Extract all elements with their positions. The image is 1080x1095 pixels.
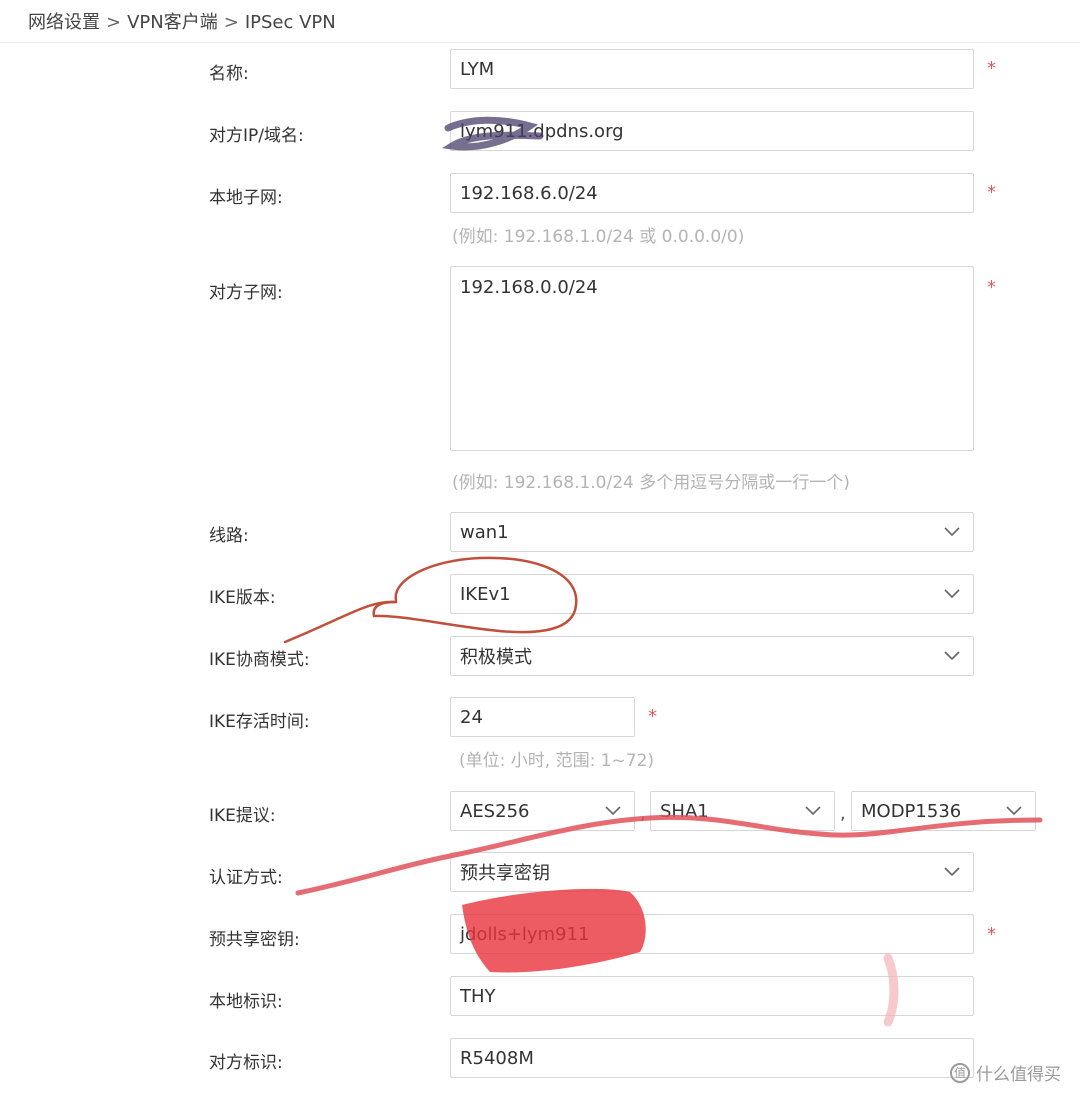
watermark-text: 什么值得买 <box>976 1065 1061 1085</box>
breadcrumb-separator: > <box>106 12 122 33</box>
header-divider <box>0 42 1080 43</box>
ike-mode-label: IKE协商模式: <box>209 650 310 670</box>
local-id-input[interactable]: THY <box>450 976 974 1016</box>
ike-hash-value: SHA1 <box>660 800 709 822</box>
peer-address-label: 对方IP/域名: <box>209 126 304 146</box>
required-mark: * <box>987 58 996 79</box>
psk-value: jdolls+lym911 <box>460 923 590 945</box>
breadcrumb-item-vpn-client[interactable]: VPN客户端 <box>127 12 218 33</box>
line-label: 线路: <box>209 526 249 546</box>
ike-encryption-value: AES256 <box>460 800 530 822</box>
peer-subnet-value: 192.168.0.0/24 <box>460 277 598 298</box>
ike-mode-select[interactable]: 积极模式 <box>450 636 974 676</box>
ike-dh-group-select[interactable]: MODP1536 <box>851 791 1036 831</box>
chevron-down-icon <box>805 806 821 816</box>
chevron-down-icon <box>944 527 960 537</box>
name-value: LYM <box>460 58 495 80</box>
psk-label: 预共享密钥: <box>209 930 300 950</box>
local-id-label: 本地标识: <box>209 992 283 1012</box>
required-mark: * <box>987 277 996 298</box>
proposal-comma: , <box>840 803 846 824</box>
chevron-down-icon <box>1006 806 1022 816</box>
peer-id-label: 对方标识: <box>209 1053 283 1073</box>
name-input[interactable]: LYM <box>450 49 974 89</box>
ike-version-label: IKE版本: <box>209 588 276 608</box>
local-subnet-input[interactable]: 192.168.6.0/24 <box>450 173 974 213</box>
ike-lifetime-label: IKE存活时间: <box>209 712 310 732</box>
ike-version-select[interactable]: IKEv1 <box>450 574 974 614</box>
line-select[interactable]: wan1 <box>450 512 974 552</box>
ike-proposal-label: IKE提议: <box>209 806 276 826</box>
watermark: 值 什么值得买 <box>950 1060 1061 1085</box>
chevron-down-icon <box>944 867 960 877</box>
ike-encryption-select[interactable]: AES256 <box>450 791 635 831</box>
chevron-down-icon <box>944 589 960 599</box>
local-subnet-value: 192.168.6.0/24 <box>460 182 598 204</box>
name-label: 名称: <box>209 64 249 84</box>
chevron-down-icon <box>605 806 621 816</box>
breadcrumb-separator: > <box>223 12 239 33</box>
peer-id-value: R5408M <box>460 1047 534 1069</box>
required-mark: * <box>987 924 996 945</box>
ike-lifetime-value: 24 <box>460 706 483 728</box>
auth-method-value: 预共享密钥 <box>460 863 550 884</box>
auth-method-label: 认证方式: <box>209 868 283 888</box>
local-id-value: THY <box>460 985 496 1007</box>
line-value: wan1 <box>460 521 509 543</box>
required-mark: * <box>648 706 657 727</box>
auth-method-select[interactable]: 预共享密钥 <box>450 852 974 892</box>
ike-hash-select[interactable]: SHA1 <box>650 791 835 831</box>
ike-lifetime-input[interactable]: 24 <box>450 697 635 737</box>
ike-dh-group-value: MODP1536 <box>861 800 962 822</box>
peer-id-input[interactable]: R5408M <box>450 1038 974 1078</box>
peer-subnet-textarea[interactable]: 192.168.0.0/24 <box>450 266 974 451</box>
required-mark: * <box>987 182 996 203</box>
breadcrumb-item-network-settings[interactable]: 网络设置 <box>28 12 100 33</box>
local-subnet-hint: (例如: 192.168.1.0/24 或 0.0.0.0/0) <box>452 227 745 247</box>
breadcrumb: 网络设置 > VPN客户端 > IPSec VPN <box>28 8 336 34</box>
proposal-comma: , <box>640 803 646 824</box>
ike-mode-value: 积极模式 <box>460 647 532 668</box>
psk-input[interactable]: jdolls+lym911 <box>450 914 974 954</box>
peer-address-value: lym911.dpdns.org <box>460 120 624 142</box>
peer-subnet-hint: (例如: 192.168.1.0/24 多个用逗号分隔或一行一个) <box>452 473 850 493</box>
local-subnet-label: 本地子网: <box>209 188 283 208</box>
peer-address-input[interactable]: lym911.dpdns.org <box>450 111 974 151</box>
breadcrumb-item-ipsec-vpn: IPSec VPN <box>244 12 336 33</box>
watermark-logo-icon: 值 <box>950 1062 970 1083</box>
ike-version-value: IKEv1 <box>460 583 511 605</box>
annotation-tail <box>283 600 398 644</box>
chevron-down-icon <box>944 651 960 661</box>
peer-subnet-label: 对方子网: <box>209 283 283 303</box>
ike-lifetime-hint: (单位: 小时, 范围: 1~72) <box>459 751 655 771</box>
